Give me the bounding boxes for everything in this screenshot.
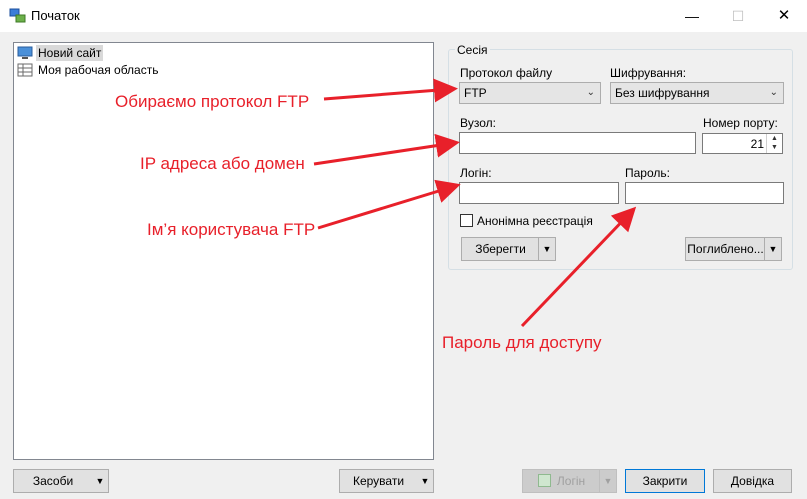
- arrow-protocol: [323, 78, 458, 103]
- arrow-host: [313, 133, 460, 166]
- annotation-arrows: [313, 78, 637, 328]
- arrow-password: [520, 206, 637, 328]
- arrow-user: [317, 179, 461, 230]
